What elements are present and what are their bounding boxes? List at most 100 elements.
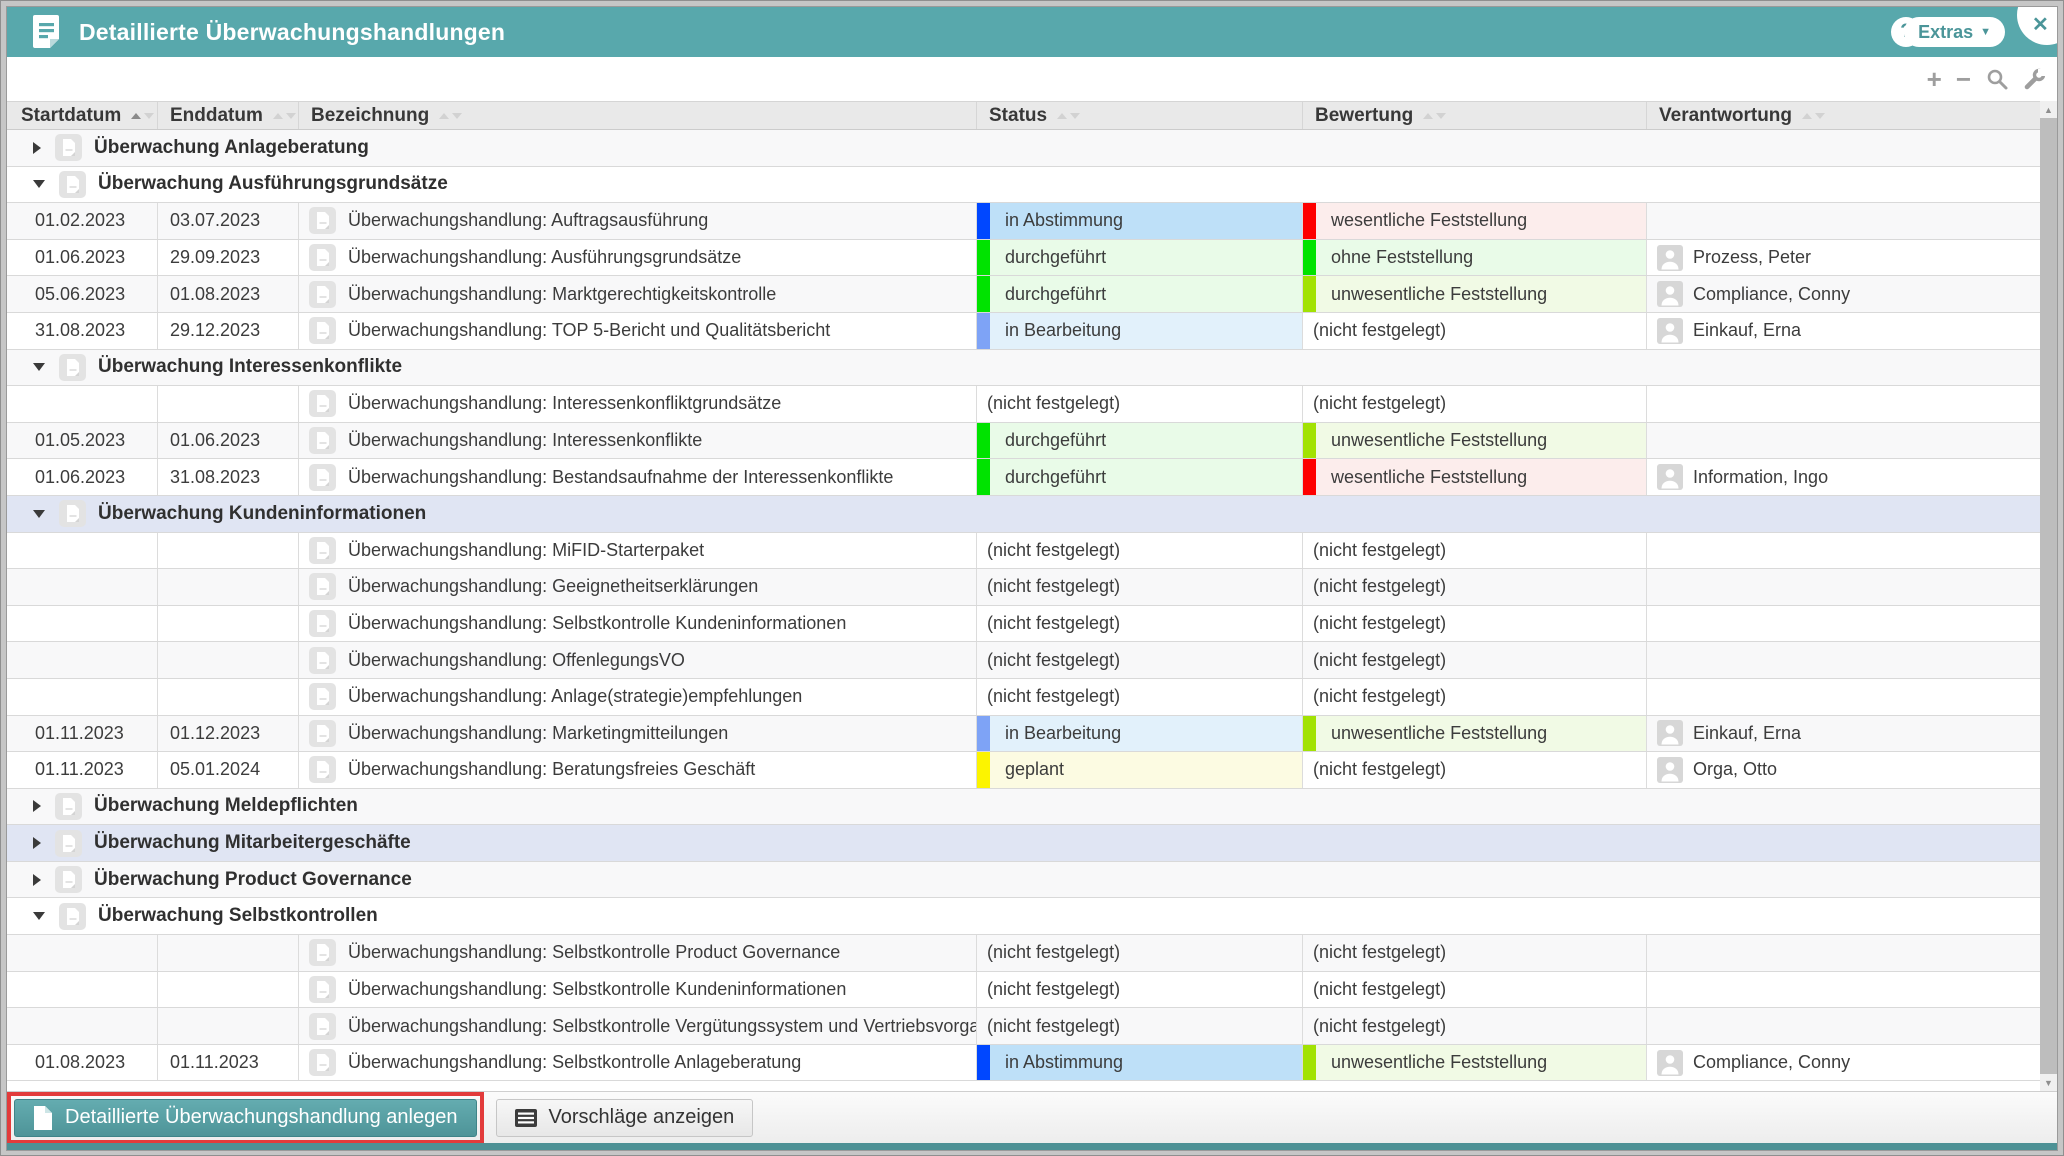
scroll-up-button[interactable]: ▲ <box>2040 101 2057 118</box>
close-button[interactable]: ✕ <box>2017 6 2058 45</box>
document-icon <box>55 134 82 161</box>
table-row[interactable]: Überwachungshandlung: OffenlegungsVO (ni… <box>7 642 2040 679</box>
expander-icon[interactable] <box>33 180 45 188</box>
status-label: (nicht festgelegt) <box>987 393 1120 414</box>
name-cell: Überwachungshandlung: Selbstkontrolle An… <box>299 1045 977 1081</box>
rating-cell: unwesentliche Feststellung <box>1303 423 1647 459</box>
column-header-status[interactable]: Status <box>977 102 1303 129</box>
sort-indicator <box>1057 113 1080 119</box>
table-header-row: Startdatum Enddatum Bezeichnung Status <box>7 101 2040 130</box>
end-date-cell <box>158 642 299 678</box>
footer-bar: Detaillierte Überwachungshandlung anlege… <box>7 1091 2057 1143</box>
person-avatar-icon <box>1657 720 1683 746</box>
table-row[interactable]: 01.11.2023 05.01.2024 Überwachungshandlu… <box>7 752 2040 789</box>
table-row[interactable]: Überwachungshandlung: Anlage(strategie)e… <box>7 679 2040 716</box>
table-row[interactable]: 31.08.2023 29.12.2023 Überwachungshandlu… <box>7 313 2040 350</box>
extras-label: Extras <box>1918 22 1973 43</box>
status-cell: (nicht festgelegt) <box>977 386 1303 422</box>
column-header-enddatum[interactable]: Enddatum <box>158 102 299 129</box>
table-row[interactable]: Überwachungshandlung: Interessenkonflikt… <box>7 386 2040 423</box>
scroll-down-button[interactable]: ▼ <box>2040 1074 2057 1091</box>
document-icon <box>309 464 336 491</box>
table-row[interactable]: Überwachungshandlung: Selbstkontrolle Ku… <box>7 972 2040 1009</box>
group-row[interactable]: Überwachung Kundeninformationen <box>7 496 2040 533</box>
start-date-cell: 31.08.2023 <box>7 313 158 349</box>
group-row[interactable]: Überwachung Ausführungsgrundsätze <box>7 167 2040 204</box>
group-row[interactable]: Überwachung Selbstkontrollen <box>7 898 2040 935</box>
rating-label: (nicht festgelegt) <box>1313 979 1446 1000</box>
show-suggestions-button[interactable]: Vorschläge anzeigen <box>496 1099 754 1137</box>
group-row[interactable]: Überwachung Interessenkonflikte <box>7 350 2040 387</box>
name-cell: Überwachungshandlung: Auftragsausführung <box>299 203 977 239</box>
document-list-icon <box>31 14 61 50</box>
group-row[interactable]: Überwachung Meldepflichten <box>7 789 2040 826</box>
expander-icon[interactable] <box>33 363 45 371</box>
table-row[interactable]: 01.02.2023 03.07.2023 Überwachungshandlu… <box>7 203 2040 240</box>
name-cell: Überwachungshandlung: Geeignetheitserklä… <box>299 569 977 605</box>
table-row[interactable]: 01.06.2023 29.09.2023 Überwachungshandlu… <box>7 240 2040 277</box>
column-header-startdatum[interactable]: Startdatum <box>7 102 158 129</box>
owner-name: Information, Ingo <box>1693 467 1828 488</box>
name-cell: Überwachungshandlung: OffenlegungsVO <box>299 642 977 678</box>
group-row[interactable]: Überwachung Mitarbeitergeschäfte <box>7 825 2040 862</box>
expander-icon[interactable] <box>33 800 41 812</box>
table-row[interactable]: Überwachungshandlung: Selbstkontrolle Ve… <box>7 1008 2040 1045</box>
settings-wrench-icon[interactable] <box>2023 67 2047 91</box>
table-row[interactable]: 01.05.2023 01.06.2023 Überwachungshandlu… <box>7 423 2040 460</box>
document-icon <box>309 207 336 234</box>
table-row[interactable]: 05.06.2023 01.08.2023 Überwachungshandlu… <box>7 276 2040 313</box>
name-cell: Überwachungshandlung: MiFID-Starterpaket <box>299 533 977 569</box>
column-header-bewertung[interactable]: Bewertung <box>1303 102 1647 129</box>
group-row[interactable]: Überwachung Anlageberatung <box>7 130 2040 167</box>
group-label: Überwachung Kundeninformationen <box>98 503 426 525</box>
document-icon <box>309 720 336 747</box>
expander-icon[interactable] <box>33 510 45 518</box>
app-window: Detaillierte Überwachungshandlungen ? Ex… <box>6 6 2058 1151</box>
create-monitoring-action-button[interactable]: Detaillierte Überwachungshandlung anlege… <box>14 1099 477 1137</box>
expand-all-button[interactable]: + <box>1927 69 1942 89</box>
status-cell: durchgeführt <box>977 240 1303 276</box>
rating-label: (nicht festgelegt) <box>1313 393 1446 414</box>
document-icon <box>309 683 336 710</box>
scrollbar-thumb[interactable] <box>2040 118 2057 1074</box>
rating-label: (nicht festgelegt) <box>1313 576 1446 597</box>
rating-label: unwesentliche Feststellung <box>1331 723 1547 744</box>
rating-cell: wesentliche Feststellung <box>1303 203 1647 239</box>
action-name: Überwachungshandlung: Anlage(strategie)e… <box>348 686 802 707</box>
status-label: in Abstimmung <box>1005 1052 1123 1073</box>
extras-button[interactable]: Extras ▼ <box>1904 17 2005 47</box>
status-cell: durchgeführt <box>977 423 1303 459</box>
table-row[interactable]: 01.06.2023 31.08.2023 Überwachungshandlu… <box>7 459 2040 496</box>
table-row[interactable]: 01.11.2023 01.12.2023 Überwachungshandlu… <box>7 716 2040 753</box>
table-row[interactable]: Überwachungshandlung: Selbstkontrolle Ku… <box>7 606 2040 643</box>
expander-icon[interactable] <box>33 837 41 849</box>
start-date-cell: 01.08.2023 <box>7 1045 158 1081</box>
owner-cell <box>1647 935 2040 971</box>
table-row[interactable]: Überwachungshandlung: Selbstkontrolle Pr… <box>7 935 2040 972</box>
status-cell: (nicht festgelegt) <box>977 533 1303 569</box>
column-header-bezeichnung[interactable]: Bezeichnung <box>299 102 977 129</box>
end-date-cell: 01.11.2023 <box>158 1045 299 1081</box>
rating-label: (nicht festgelegt) <box>1313 759 1446 780</box>
column-header-verantwortung[interactable]: Verantwortung <box>1647 102 2040 129</box>
person-avatar-icon <box>1657 464 1683 490</box>
action-name: Überwachungshandlung: Ausführungsgrundsä… <box>348 247 741 268</box>
document-icon <box>309 537 336 564</box>
expander-icon[interactable] <box>33 874 41 886</box>
document-icon <box>309 390 336 417</box>
group-row[interactable]: Überwachung Product Governance <box>7 862 2040 899</box>
collapse-all-button[interactable]: − <box>1956 69 1971 89</box>
table-row[interactable]: 01.08.2023 01.11.2023 Überwachungshandlu… <box>7 1045 2040 1082</box>
table-row[interactable]: Überwachungshandlung: MiFID-Starterpaket… <box>7 533 2040 570</box>
table-row[interactable]: Überwachungshandlung: Geeignetheitserklä… <box>7 569 2040 606</box>
vertical-scrollbar[interactable]: ▲ ▼ <box>2040 101 2057 1091</box>
expander-icon[interactable] <box>33 912 45 920</box>
search-icon[interactable] <box>1985 67 2009 91</box>
owner-cell: Compliance, Conny <box>1647 1045 2040 1081</box>
end-date-cell: 31.08.2023 <box>158 459 299 495</box>
expander-icon[interactable] <box>33 142 41 154</box>
name-cell: Überwachungshandlung: Selbstkontrolle Ku… <box>299 972 977 1008</box>
start-date-cell <box>7 606 158 642</box>
name-cell: Überwachungshandlung: Anlage(strategie)e… <box>299 679 977 715</box>
rating-cell: (nicht festgelegt) <box>1303 642 1647 678</box>
